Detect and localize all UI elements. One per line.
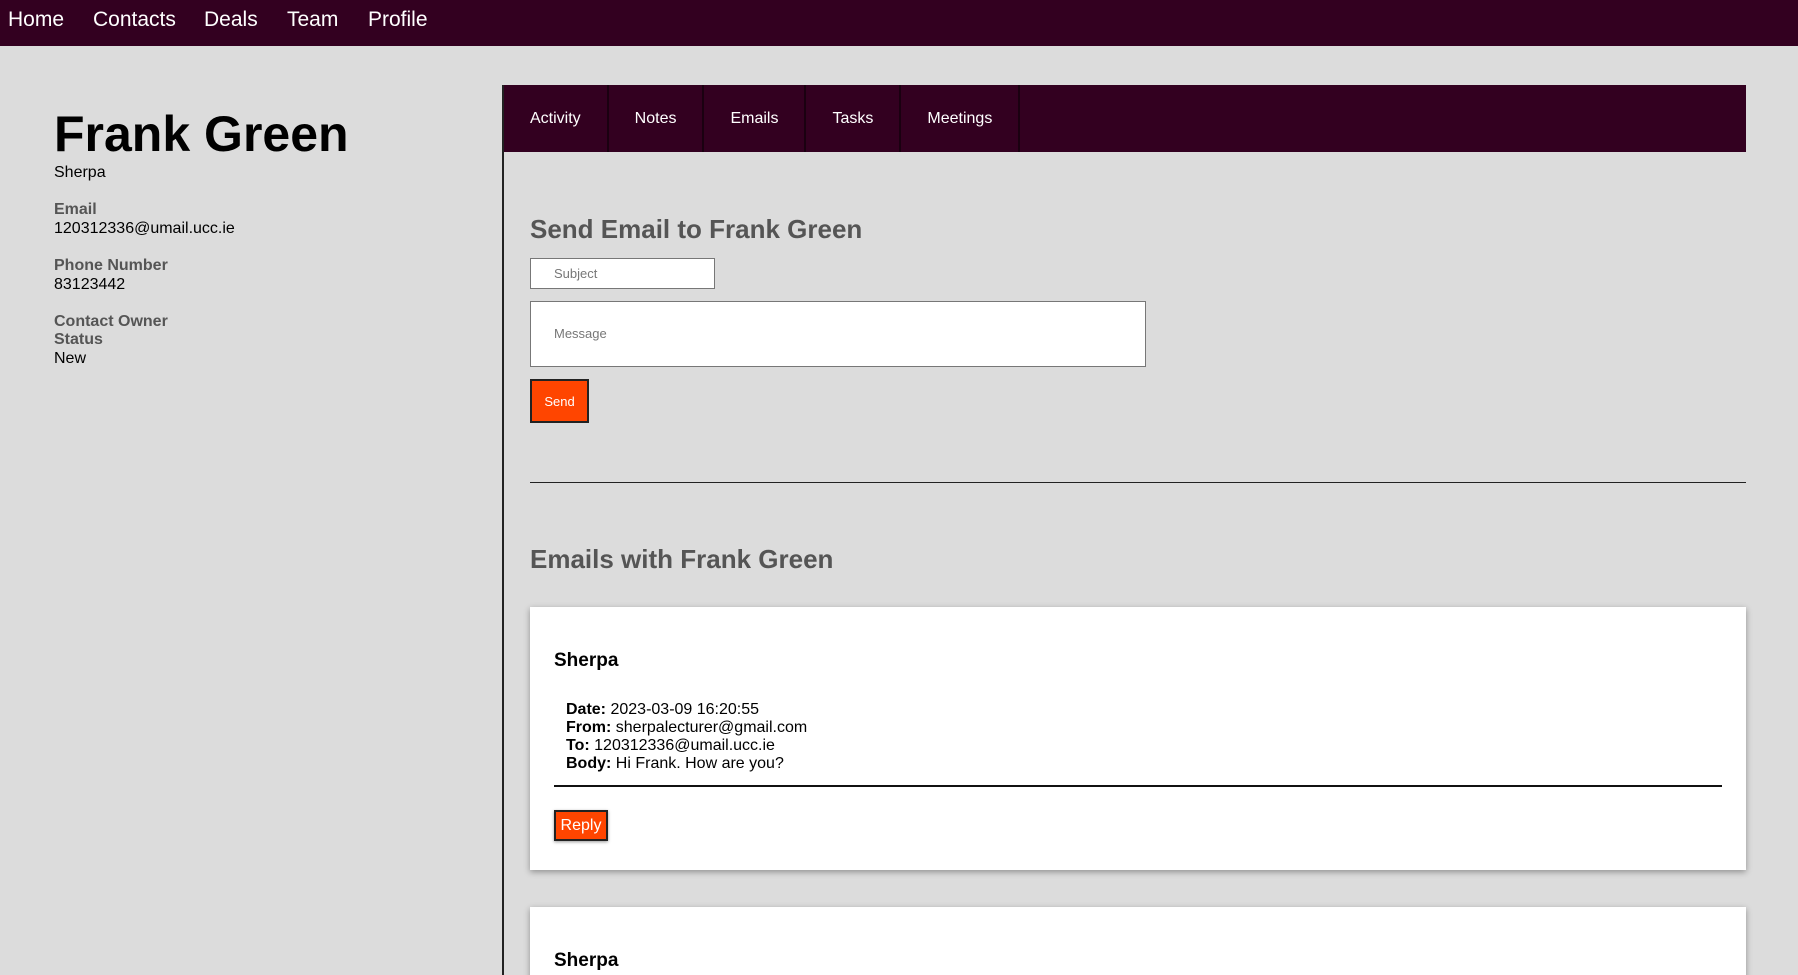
field-value: 83123442 <box>54 276 126 293</box>
tab-notes[interactable]: Notes <box>609 85 705 152</box>
email-sender: Sherpa <box>554 950 619 971</box>
contact-field-email: Email 120312336@umail.ucc.ie <box>54 201 474 238</box>
email-meta: Date: 2023-03-09 16:20:55 From: sherpale… <box>566 701 807 773</box>
field-value: 120312336@umail.ucc.ie <box>54 220 235 237</box>
email-body: Hi Frank. How are you? <box>615 755 784 772</box>
contact-company: Sherpa <box>54 164 106 181</box>
contact-field-phone: Phone Number 83123442 <box>54 257 474 294</box>
email-from: sherpalecturer@gmail.com <box>615 719 808 736</box>
contact-profile-panel: Frank Green Sherpa Email 120312336@umail… <box>54 104 474 368</box>
email-separator <box>554 785 1722 787</box>
email-date: 2023-03-09 16:20:55 <box>610 701 760 718</box>
nav-contacts-link[interactable]: Contacts <box>93 0 176 40</box>
send-button[interactable]: Send <box>530 379 589 423</box>
email-to-row: To: 120312336@umail.ucc.ie <box>566 737 807 755</box>
field-label: Phone Number <box>54 257 168 274</box>
tab-activity[interactable]: Activity <box>504 85 609 152</box>
field-label: Email <box>54 201 97 218</box>
nav-team-link[interactable]: Team <box>287 0 338 40</box>
body-label: Body: <box>566 755 612 772</box>
contact-field-status: Status New <box>54 331 474 368</box>
contact-field-owner: Contact Owner <box>54 313 474 331</box>
field-label: Contact Owner <box>54 313 168 330</box>
subject-input[interactable] <box>530 258 715 289</box>
reply-button[interactable]: Reply <box>554 810 608 841</box>
date-label: Date: <box>566 701 607 718</box>
tab-emails[interactable]: Emails <box>704 85 807 152</box>
nav-home-link[interactable]: Home <box>8 0 64 40</box>
email-card: Sherpa <box>530 907 1746 975</box>
message-input[interactable] <box>530 301 1146 367</box>
contact-tabs: Activity Notes Emails Tasks Meetings <box>504 85 1746 152</box>
nav-profile-link[interactable]: Profile <box>368 0 428 40</box>
contact-name: Frank Green <box>54 106 349 162</box>
email-date-row: Date: 2023-03-09 16:20:55 <box>566 701 807 719</box>
tab-tasks[interactable]: Tasks <box>806 85 902 152</box>
nav-deals-link[interactable]: Deals <box>204 0 258 40</box>
panel-divider <box>502 85 504 975</box>
from-label: From: <box>566 719 612 736</box>
send-email-title: Send Email to Frank Green <box>530 214 863 244</box>
email-sender: Sherpa <box>554 650 619 671</box>
section-divider <box>530 482 1746 483</box>
field-value: New <box>54 350 87 367</box>
email-to: 120312336@umail.ucc.ie <box>594 737 775 754</box>
top-nav: Home Contacts Deals Team Profile <box>0 0 1798 46</box>
email-body-row: Body: Hi Frank. How are you? <box>566 755 807 773</box>
field-label: Status <box>54 331 103 348</box>
tab-meetings[interactable]: Meetings <box>901 85 1021 152</box>
to-label: To: <box>566 737 590 754</box>
emails-section-title: Emails with Frank Green <box>530 544 834 574</box>
email-from-row: From: sherpalecturer@gmail.com <box>566 719 807 737</box>
email-card: Sherpa Date: 2023-03-09 16:20:55 From: s… <box>530 607 1746 870</box>
